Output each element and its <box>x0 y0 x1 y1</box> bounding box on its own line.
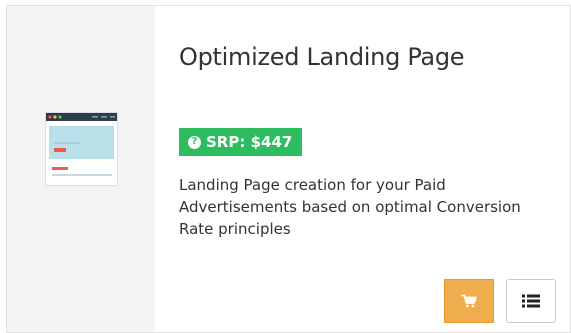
product-description: Landing Page creation for your Paid Adve… <box>179 176 521 238</box>
list-icon <box>522 294 540 308</box>
srp-badge: ? SRP: $447 <box>179 128 303 156</box>
product-card: Optimized Landing Page ? SRP: $447 Landi… <box>6 5 571 333</box>
shopping-cart-icon <box>461 294 477 308</box>
srp-label: SRP: $447 <box>206 133 293 151</box>
browser-page-icon <box>45 112 118 186</box>
product-title: Optimized Landing Page <box>179 43 465 71</box>
question-circle-icon[interactable]: ? <box>188 135 201 149</box>
product-details: Optimized Landing Page ? SRP: $447 Landi… <box>179 6 570 332</box>
thumbnail-panel <box>7 6 155 332</box>
add-to-cart-button[interactable] <box>444 279 494 323</box>
details-list-button[interactable] <box>506 279 556 323</box>
